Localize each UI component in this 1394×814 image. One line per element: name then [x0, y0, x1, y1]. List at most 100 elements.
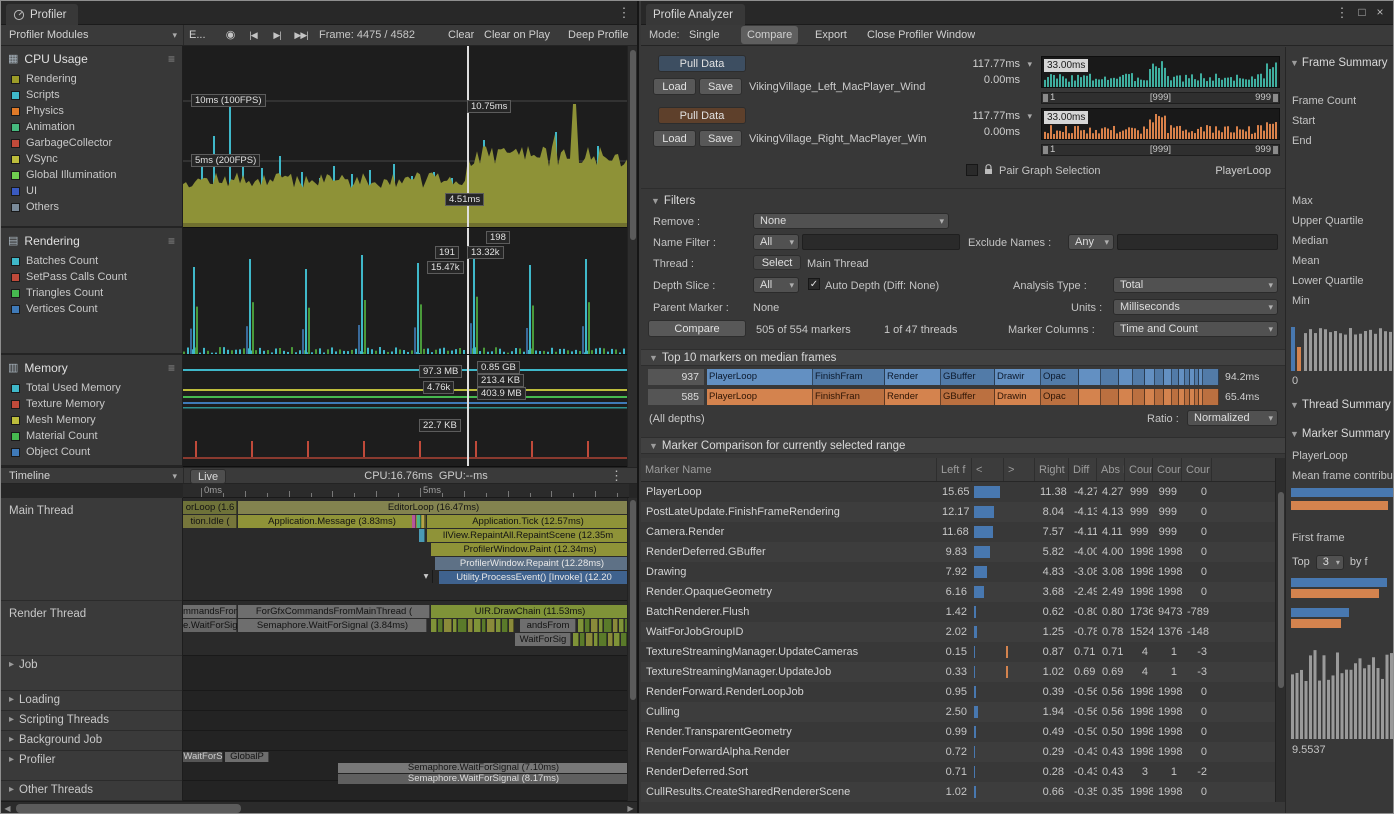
marker-segment[interactable]: FinishFram: [813, 369, 885, 385]
marker-segment[interactable]: [1133, 389, 1145, 405]
thread-summary-header[interactable]: ▼Thread Summary: [1290, 399, 1394, 413]
thread-group-label[interactable]: ▸Background Job: [1, 731, 182, 751]
timeline-hscrollbar[interactable]: ◀ ▶: [1, 801, 637, 814]
legend-item[interactable]: Global Illumination: [1, 167, 182, 183]
save-button[interactable]: Save: [699, 130, 742, 147]
column-header[interactable]: <: [972, 458, 1004, 481]
timeline-menu-icon[interactable]: ⋮: [610, 468, 623, 484]
marker-segment[interactable]: [1164, 389, 1172, 405]
timeline-span-fragment[interactable]: [591, 619, 598, 632]
top10-header[interactable]: ▼Top 10 markers on median frames: [641, 349, 1285, 366]
table-row[interactable]: RenderForwardAlpha.Render0.720.29-0.430.…: [641, 742, 1275, 762]
timeline-span-fragment[interactable]: [509, 619, 514, 632]
close-profiler-window-button[interactable]: Close Profiler Window: [867, 25, 975, 46]
analyzer-table-scrollbar[interactable]: [1275, 458, 1285, 802]
fold-closed-icon[interactable]: ▸: [9, 784, 14, 800]
timeline-span-fragment[interactable]: [502, 619, 508, 632]
marker-segment[interactable]: GBuffer: [941, 369, 995, 385]
marker-segment[interactable]: [1203, 369, 1219, 385]
marker-segment[interactable]: [1145, 369, 1155, 385]
fold-closed-icon[interactable]: ▸: [9, 659, 14, 690]
frame-time-graph-left[interactable]: 33.00ms: [1041, 56, 1280, 88]
timeline-tracks[interactable]: orLoop (1.6EditorLoop (16.47ms)tion.Idle…: [183, 498, 629, 801]
timeline-span[interactable]: WaitForSig: [515, 633, 571, 646]
timeline-span-fragment[interactable]: [580, 633, 585, 646]
filters-foldout[interactable]: ▼Filters: [651, 195, 695, 207]
drag-handle-icon[interactable]: ≡: [168, 361, 175, 375]
name-filter-input[interactable]: [802, 234, 960, 250]
name-filter-mode-dropdown[interactable]: All: [753, 234, 799, 250]
marker-segment[interactable]: [1119, 389, 1133, 405]
rendering-chart[interactable]: 19819113.32k15.47k: [183, 228, 629, 355]
timeline-span-fragment[interactable]: [438, 619, 443, 632]
marker-segment[interactable]: [1119, 369, 1133, 385]
marker-columns-dropdown[interactable]: Time and Count: [1113, 321, 1278, 337]
module-header[interactable]: ▤Rendering≡: [1, 228, 182, 253]
current-frame-icon[interactable]: ▶▶|: [289, 25, 313, 46]
frame-range-slider-left[interactable]: 1 [999] 999: [1041, 92, 1280, 104]
timeline-span[interactable]: Utility.ProcessEvent() [Invoke] (12.20: [439, 571, 629, 584]
legend-item[interactable]: Mesh Memory: [1, 412, 182, 428]
legend-item[interactable]: Total Used Memory: [1, 380, 182, 396]
thread-group-label[interactable]: ▸Profiler: [1, 751, 182, 781]
timeline-span-fragment[interactable]: [604, 619, 612, 632]
units-dropdown[interactable]: Milliseconds: [1113, 299, 1278, 315]
frame-time-graph-right[interactable]: 33.00ms: [1041, 108, 1280, 140]
table-row[interactable]: RenderDeferred.GBuffer9.835.82-4.004.001…: [641, 542, 1275, 562]
thread-select-button[interactable]: Select: [753, 255, 801, 270]
clear-on-play-button[interactable]: Clear on Play: [484, 25, 550, 46]
marker-segment[interactable]: GBuffer: [941, 389, 995, 405]
timeline-span[interactable]: UIR.DrawChain (11.53ms): [431, 605, 629, 618]
hscroll-thumb[interactable]: [16, 804, 241, 813]
remove-dropdown[interactable]: None: [753, 213, 949, 229]
marker-segment[interactable]: [1145, 389, 1155, 405]
pull-data-button[interactable]: Pull Data: [658, 55, 746, 72]
marker-segment[interactable]: Drawin: [995, 389, 1041, 405]
module-header[interactable]: ▦CPU Usage≡: [1, 46, 182, 71]
compare-mode-button[interactable]: Compare: [741, 26, 798, 44]
fold-closed-icon[interactable]: ▸: [9, 754, 14, 780]
single-mode-button[interactable]: Single: [689, 25, 720, 46]
timeline-span[interactable]: Semaphore.WaitForSignal (7.10ms): [338, 763, 629, 773]
legend-item[interactable]: Batches Count: [1, 253, 182, 269]
table-row[interactable]: TextureStreamingManager.UpdateCameras0.1…: [641, 642, 1275, 662]
timeline-span[interactable]: mmandsFromM: [183, 605, 237, 618]
live-button[interactable]: Live: [190, 469, 226, 484]
thread-group-label[interactable]: ▸Job: [1, 656, 182, 691]
legend-item[interactable]: Animation: [1, 119, 182, 135]
column-header[interactable]: Abs D: [1097, 458, 1125, 481]
thread-group-label[interactable]: ▸Scripting Threads: [1, 711, 182, 731]
timeline-span-fragment[interactable]: [599, 633, 607, 646]
table-row[interactable]: Culling2.501.94-0.560.56199819980: [641, 702, 1275, 722]
exclude-mode-dropdown[interactable]: Any: [1068, 234, 1114, 250]
legend-item[interactable]: UI: [1, 183, 182, 199]
timeline-span[interactable]: ProfilerWindow.Repaint (12.28ms): [435, 557, 629, 570]
legend-item[interactable]: Vertices Count: [1, 301, 182, 317]
load-button[interactable]: Load: [653, 130, 696, 147]
table-row[interactable]: Camera.Render11.687.57-4.114.119999990: [641, 522, 1275, 542]
frame-index[interactable]: 585: [648, 389, 704, 405]
timeline-span[interactable]: Semaphore.WaitForSignal (3.84ms): [238, 619, 427, 632]
timeline-span[interactable]: Application.Message (3.83ms): [238, 515, 426, 528]
column-header[interactable]: Diff: [1069, 458, 1097, 481]
table-row[interactable]: Render.OpaqueGeometry6.163.68-2.492.4919…: [641, 582, 1275, 602]
marker-segment[interactable]: [1133, 369, 1145, 385]
column-header[interactable]: Cour: [1153, 458, 1182, 481]
marker-segment[interactable]: Drawir: [995, 369, 1041, 385]
column-header[interactable]: Marker Name: [641, 458, 937, 481]
analyzer-window-menu-icon[interactable]: ⋮: [1335, 5, 1349, 21]
pull-data-button[interactable]: Pull Data: [658, 107, 746, 124]
marker-segment[interactable]: [1155, 389, 1164, 405]
max-scale-dropdown[interactable]: 117.77ms: [957, 110, 1033, 122]
timeline-span-fragment[interactable]: [578, 619, 584, 632]
legend-item[interactable]: Scripts: [1, 87, 182, 103]
record-icon[interactable]: ◉: [221, 25, 239, 46]
timeline-span-fragment[interactable]: [585, 619, 590, 632]
export-button[interactable]: Export: [815, 25, 847, 46]
timeline-span[interactable]: orLoop (1.6: [183, 501, 237, 514]
load-button[interactable]: Load: [653, 78, 696, 95]
marker-segment[interactable]: Render: [885, 389, 941, 405]
marker-segment[interactable]: PlayerLoop: [707, 389, 813, 405]
frame-index[interactable]: 937: [648, 369, 704, 385]
column-header[interactable]: Right: [1035, 458, 1069, 481]
